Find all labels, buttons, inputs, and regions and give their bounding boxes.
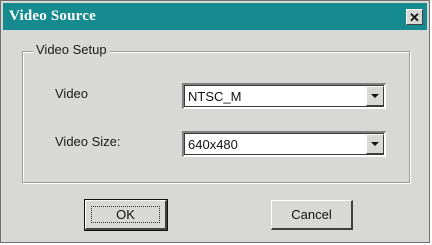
close-button[interactable]: ✕ — [406, 9, 423, 25]
video-select-value: NTSC_M — [188, 89, 242, 104]
title-bar[interactable]: Video Source ✕ — [3, 3, 427, 30]
video-label: Video — [55, 86, 89, 101]
video-setup-group — [22, 51, 410, 183]
chevron-down-icon — [371, 94, 379, 98]
cancel-button[interactable]: Cancel — [271, 200, 353, 230]
ok-button[interactable]: OK — [84, 199, 168, 231]
video-size-select-value: 640x480 — [188, 137, 238, 152]
group-legend: Video Setup — [33, 42, 110, 57]
chevron-down-icon — [371, 142, 379, 146]
window-title: Video Source — [9, 8, 96, 24]
close-icon: ✕ — [409, 9, 420, 25]
video-size-label: Video Size: — [55, 134, 121, 149]
focus-ring — [91, 206, 160, 223]
video-source-dialog: Video Source ✕ Video Setup Video NTSC_M … — [0, 0, 430, 243]
video-dropdown-button[interactable] — [366, 86, 384, 106]
video-size-dropdown-button[interactable] — [366, 134, 384, 154]
video-select[interactable]: NTSC_M — [182, 83, 386, 109]
cancel-button-label: Cancel — [291, 207, 332, 222]
video-size-select[interactable]: 640x480 — [182, 131, 386, 157]
